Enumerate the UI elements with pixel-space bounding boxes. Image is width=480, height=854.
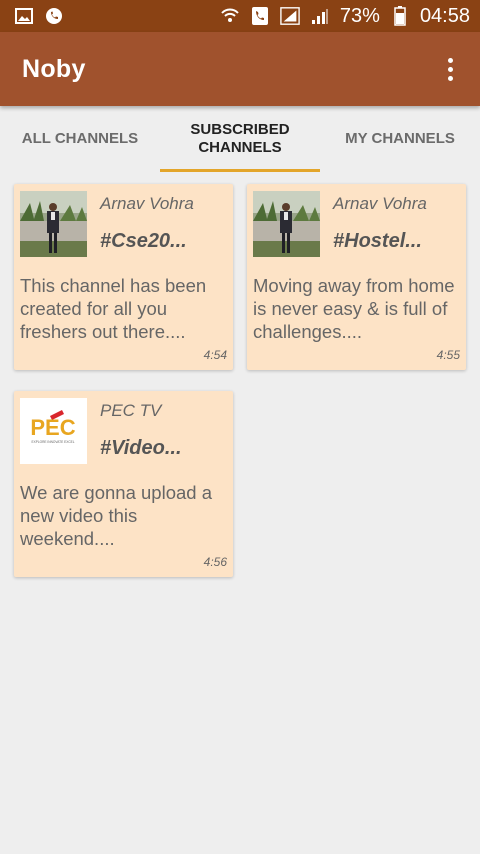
channel-description: Moving away from home is never easy & is… [253,275,455,342]
channel-time: 4:55 [436,348,460,362]
tab-bar: ALL CHANNELS SUBSCRIBED CHANNELS MY CHAN… [0,106,480,172]
channel-author: PEC TV [100,401,162,420]
overflow-menu-icon[interactable] [438,49,462,89]
channel-card[interactable]: PEC EXPLORE INNOVATE EXCEL PEC TV #Video… [14,391,233,577]
channel-author: Arnav Vohra [100,194,194,213]
image-notification-icon [14,6,34,26]
channel-time: 4:56 [203,555,227,569]
pec-logo-text: PEC [30,415,75,440]
app-title: Noby [22,54,86,83]
channel-card[interactable]: Arnav Vohra #Cse20... This channel has b… [14,184,233,370]
tab-all-channels[interactable]: ALL CHANNELS [0,106,160,172]
pec-logo-tagline: EXPLORE INNOVATE EXCEL [31,440,74,444]
whatsapp-notification-icon [44,6,64,26]
tab-subscribed-channels[interactable]: SUBSCRIBED CHANNELS [160,106,320,172]
channel-author: Arnav Vohra [333,194,427,213]
wifi-calling-icon [220,6,240,26]
channel-time: 4:54 [203,348,227,362]
channel-description: This channel has been created for all yo… [20,275,207,342]
signal-strength-icon [280,6,300,26]
app-bar: Noby [0,32,480,106]
channel-card[interactable]: Arnav Vohra #Hostel... Moving away from … [247,184,466,370]
channel-hashtag: #Hostel... [333,230,422,252]
channel-hashtag: #Cse20... [100,230,187,252]
channel-description: We are gonna upload a new video this wee… [20,482,213,549]
status-time: 04:58 [419,4,470,27]
status-bar: 73% 04:58 [0,0,480,32]
channel-thumbnail [20,191,87,257]
tab-my-channels[interactable]: MY CHANNELS [320,106,480,172]
call-icon [250,6,270,26]
battery-percent: 73% [339,4,380,27]
channel-hashtag: #Video... [100,437,182,459]
battery-icon [390,6,410,26]
signal-bars-icon [310,6,330,26]
pec-logo: PEC EXPLORE INNOVATE EXCEL [20,398,87,464]
channel-thumbnail [253,191,320,257]
